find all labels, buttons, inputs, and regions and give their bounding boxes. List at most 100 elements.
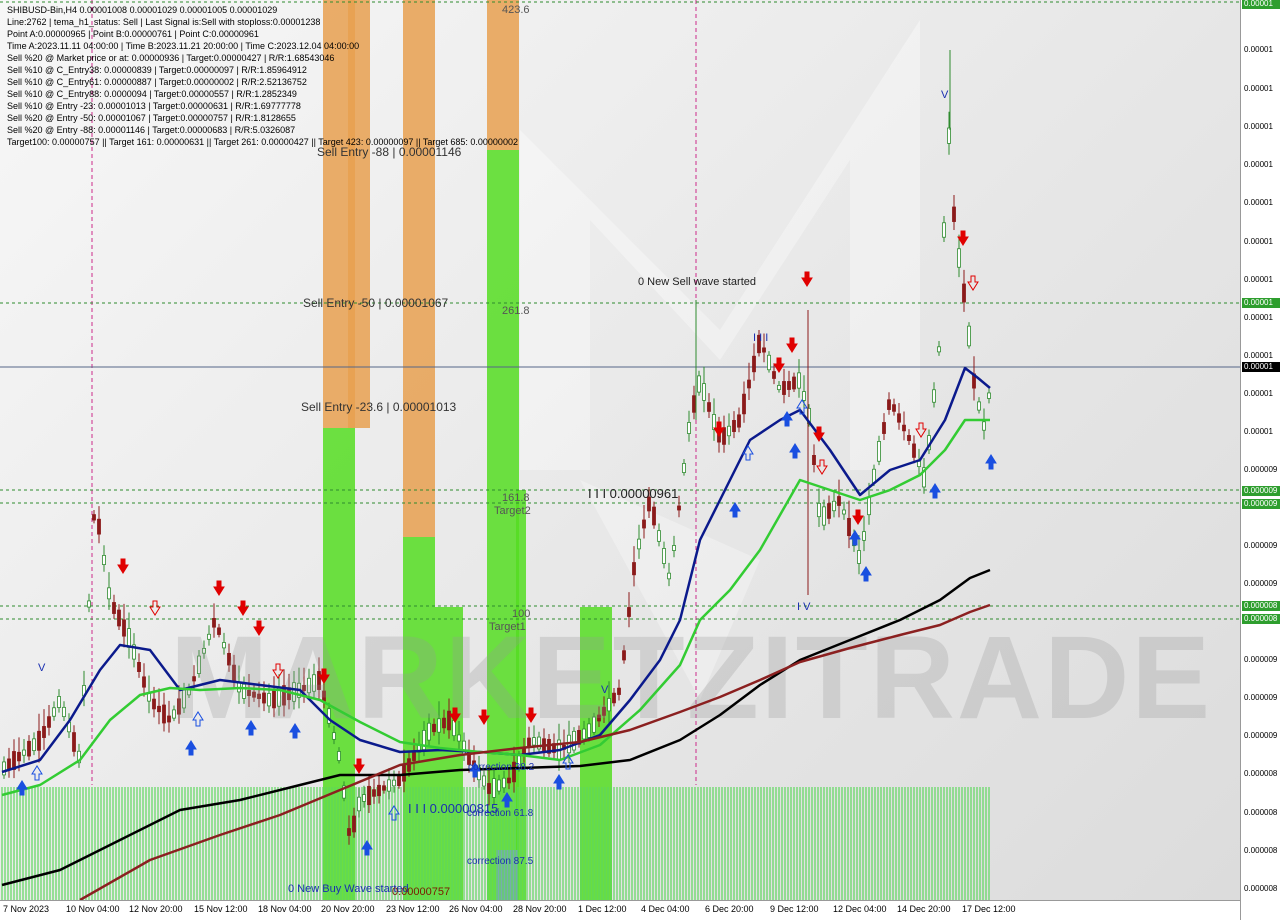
sell-hint-arrow-icon [915,422,927,438]
price-tick-label: 0.00001 [1244,427,1273,436]
sell-arrow-icon [478,709,490,725]
buy-arrow-icon [185,740,197,756]
time-tick-label: 17 Dec 12:00 [962,904,1016,914]
info-line: Sell %10 @ C_Entry61: 0.00000887 | Targe… [7,77,307,87]
time-tick-label: 12 Dec 04:00 [833,904,887,914]
price-badge-target2-b: 0.000009 [1242,499,1280,509]
sell-arrow-icon [525,707,537,723]
sell-arrow-icon [852,509,864,525]
sell-arrow-icon [237,600,249,616]
sell-arrow-icon [213,580,225,596]
info-line: Sell %10 @ C_Entry88: 0.0000094 | Target… [7,89,297,99]
buy-arrow-icon [729,502,741,518]
buy-arrow-icon [16,780,28,796]
sell-hint-arrow-icon [816,459,828,475]
time-tick-label: 9 Dec 12:00 [770,904,819,914]
buy-hint-arrow-icon [192,711,204,727]
ma-black-line [1,568,991,887]
price-badge-top: 0.00001 [1242,0,1280,9]
price-tick-label: 0.000009 [1244,693,1278,702]
target2-label: Target2 [494,505,531,517]
time-tick-label: 20 Nov 20:00 [321,904,375,914]
sell-arrow-icon [253,620,265,636]
price-badge-target1-a: 0.000008 [1242,601,1280,611]
price-badge-current: 0.00001 [1242,362,1280,372]
info-line: Time A:2023.11.11 04:00:00 | Time B:2023… [7,41,360,51]
price-tick-label: 0.000008 [1244,769,1278,778]
time-tick-label: 18 Nov 04:00 [258,904,312,914]
buy-arrow-icon [789,443,801,459]
sell-arrow-icon [957,230,969,246]
time-tick-label: 14 Dec 20:00 [897,904,951,914]
price-tick-label: 0.000009 [1244,465,1278,474]
price-tick-label: 0.00001 [1244,198,1273,207]
buy-arrow-icon [553,774,565,790]
buy-arrow-icon [289,723,301,739]
sell-arrow-icon [449,707,461,723]
price-tick-label: 0.000009 [1244,731,1278,740]
sell-arrow-icon [353,758,365,774]
price-tick-label: 0.00001 [1244,351,1273,360]
time-tick-label: 15 Nov 12:00 [194,904,248,914]
time-tick-label: 1 Dec 12:00 [578,904,627,914]
sell-arrow-icon [117,558,129,574]
info-line: Sell %10 @ C_Entry38: 0.00000839 | Targe… [7,65,307,75]
time-tick-label: 12 Nov 20:00 [129,904,183,914]
correction-87-label: correction 87.5 [467,856,534,867]
sell-hint-arrow-icon [272,663,284,679]
correction-38-label: correction 38.2 [468,762,535,773]
chart-area[interactable]: MARKETZITRADE SHIBUSD-Bin,H4 0.00001008 … [0,0,1240,900]
buy-arrow-icon [860,566,872,582]
wave-label-v-left: V [38,662,46,674]
info-line: Sell %20 @ Market price or at: 0.0000093… [7,53,335,63]
buy-wave-label: 0 New Buy Wave started [288,883,409,895]
price-tick-label: 0.000008 [1244,846,1278,855]
price-tick-label: 0.00001 [1244,84,1273,93]
target1-label: Target1 [489,621,526,633]
fib-423-label: 423.6 [502,4,530,16]
sell-wave-label: 0 New Sell wave started [638,276,756,288]
sell-hint-arrow-icon [149,600,161,616]
info-line: Sell %20 @ Entry -50: 0.00001067 | Targe… [7,113,296,123]
price-tick-label: 0.00001 [1244,45,1273,54]
wave-label-iii: I I I [753,332,769,344]
wave-label-v-mid: V [601,684,609,696]
price-tick-label: 0.000008 [1244,884,1278,893]
buy-arrow-icon [501,792,513,808]
buy-arrow-icon [985,454,997,470]
time-tick-label: 23 Nov 12:00 [386,904,440,914]
time-axis[interactable]: 7 Nov 2023 10 Nov 04:00 12 Nov 20:00 15 … [0,900,1240,921]
sell-hint-arrow-icon [967,275,979,291]
price-axis[interactable]: 0.00001 0.00001 0.00001 0.00001 0.00001 … [1240,0,1280,920]
buy-hint-arrow-icon [31,765,43,781]
buy-arrow-icon [849,530,861,546]
price-tick-label: 0.00001 [1244,160,1273,169]
price-tick-label: 0.000009 [1244,655,1278,664]
info-line: SHIBUSD-Bin,H4 0.00001008 0.00001029 0.0… [7,5,278,15]
time-tick-label: 4 Dec 04:00 [641,904,690,914]
price-badge-target1-b: 0.000008 [1242,614,1280,624]
stoploss-value-label: 0.00000757 [392,886,451,898]
price-tick-label: 0.000009 [1244,579,1278,588]
time-tick-label: 10 Nov 04:00 [66,904,120,914]
sell-entry-50-label: Sell Entry -50 | 0.00001067 [303,296,449,310]
info-line: Sell %10 @ Entry -23: 0.00001013 | Targe… [7,101,301,111]
price-tick-label: 0.00001 [1244,389,1273,398]
buy-arrow-icon [361,840,373,856]
point-c-label: I I I 0.00000961 [588,486,679,501]
fib-100-label: 100 [512,608,531,620]
price-tick-label: 0.00001 [1244,313,1273,322]
buy-hint-arrow-icon [388,805,400,821]
time-tick-label: 6 Dec 20:00 [705,904,754,914]
time-tick-label: 7 Nov 2023 [3,904,50,914]
sell-arrow-icon [773,357,785,373]
sell-entry-23-label: Sell Entry -23.6 | 0.00001013 [301,400,457,414]
time-tick-label: 26 Nov 04:00 [449,904,503,914]
price-tick-label: 0.00001 [1244,122,1273,131]
sell-arrow-icon [713,421,725,437]
sell-arrow-icon [318,668,330,684]
price-tick-label: 0.000009 [1244,541,1278,550]
buy-arrow-icon [245,720,257,736]
time-tick-label: 28 Nov 20:00 [513,904,567,914]
info-line: Line:2762 | tema_h1_status: Sell | Last … [7,17,321,27]
